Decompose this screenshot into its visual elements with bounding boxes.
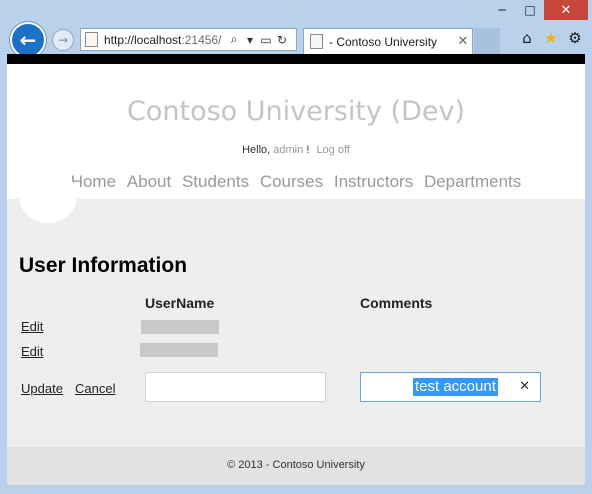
dropdown-icon[interactable]: ▾ [244,33,256,47]
tab-contoso-university[interactable]: - Contoso University ✕ [303,28,473,54]
url-text[interactable]: http://localhost:21456/ [104,33,224,47]
clear-input-icon[interactable]: ✕ [519,379,530,394]
column-header-username: UserName [145,295,215,311]
top-black-bar [7,54,585,64]
window-border-left [0,54,7,485]
close-window-button[interactable]: ✕ [544,0,588,20]
tab-page-icon [310,34,323,49]
compatibility-icon[interactable]: ▭ [260,33,272,47]
toolbar-icons: ⌂ ★ ⚙ [518,29,584,47]
username-redacted-row-2 [140,343,218,357]
login-area: Hello, admin ! Log off [7,144,585,156]
username-link[interactable]: admin [273,144,303,156]
edit-link-row-1[interactable]: Edit [21,319,43,334]
username-input[interactable] [145,372,326,402]
column-header-comments: Comments [360,295,433,311]
back-arrow-icon: ← [19,28,37,52]
username-redacted-row-1 [141,320,219,334]
main-menu: Home About Students Courses Instructors … [7,172,585,192]
address-bar[interactable]: http://localhost:21456/ ⌕ ▾ ▭ ↻ [80,28,297,51]
maximize-button[interactable]: □ [516,0,544,20]
decorative-circle [19,169,77,223]
window-border-bottom [0,485,592,494]
comments-input-selected-text: test account [413,378,498,396]
update-link[interactable]: Update [21,381,63,396]
menu-item-departments[interactable]: Departments [424,172,521,191]
page-icon [85,32,98,47]
refresh-icon[interactable]: ↻ [276,33,288,47]
minimize-button[interactable]: ─ [488,0,516,20]
footer-text: © 2013 - Contoso University [227,459,365,471]
edit-link-row-2[interactable]: Edit [21,344,43,359]
menu-item-home[interactable]: Home [71,172,116,191]
logoff-link[interactable]: Log off [316,144,349,156]
menu-item-students[interactable]: Students [182,172,249,191]
comments-input[interactable]: test account ✕ [360,372,541,402]
site-footer: © 2013 - Contoso University [7,447,585,485]
site-title: Contoso University (Dev) [127,96,465,127]
star-icon[interactable]: ★ [542,29,560,47]
tab-close-icon[interactable]: ✕ [454,34,472,49]
main-content: User Information UserName Comments Edit … [7,169,585,447]
gear-icon[interactable]: ⚙ [566,29,584,47]
forward-arrow-icon: → [57,33,69,47]
tab-title: - Contoso University [329,34,438,49]
page-title: User Information [19,254,188,277]
menu-item-instructors[interactable]: Instructors [334,172,413,191]
home-icon[interactable]: ⌂ [518,29,536,47]
window-border-right [585,54,592,485]
forward-button[interactable]: → [52,29,74,51]
menu-item-about[interactable]: About [127,172,171,191]
greeting-exclaim: ! [306,144,310,156]
cancel-link[interactable]: Cancel [75,381,115,396]
back-button[interactable]: ← [10,22,46,58]
window-controls: ─ □ ✕ [488,0,588,22]
menu-item-courses[interactable]: Courses [260,172,323,191]
new-tab-button[interactable] [474,28,500,54]
search-icon[interactable]: ⌕ [228,32,240,47]
browser-chrome: ─ □ ✕ ← → http://localhost:21456/ ⌕ ▾ ▭ … [0,0,592,58]
site-header: Contoso University (Dev) Hello, admin ! … [7,64,585,199]
greeting-text: Hello, [242,144,271,156]
